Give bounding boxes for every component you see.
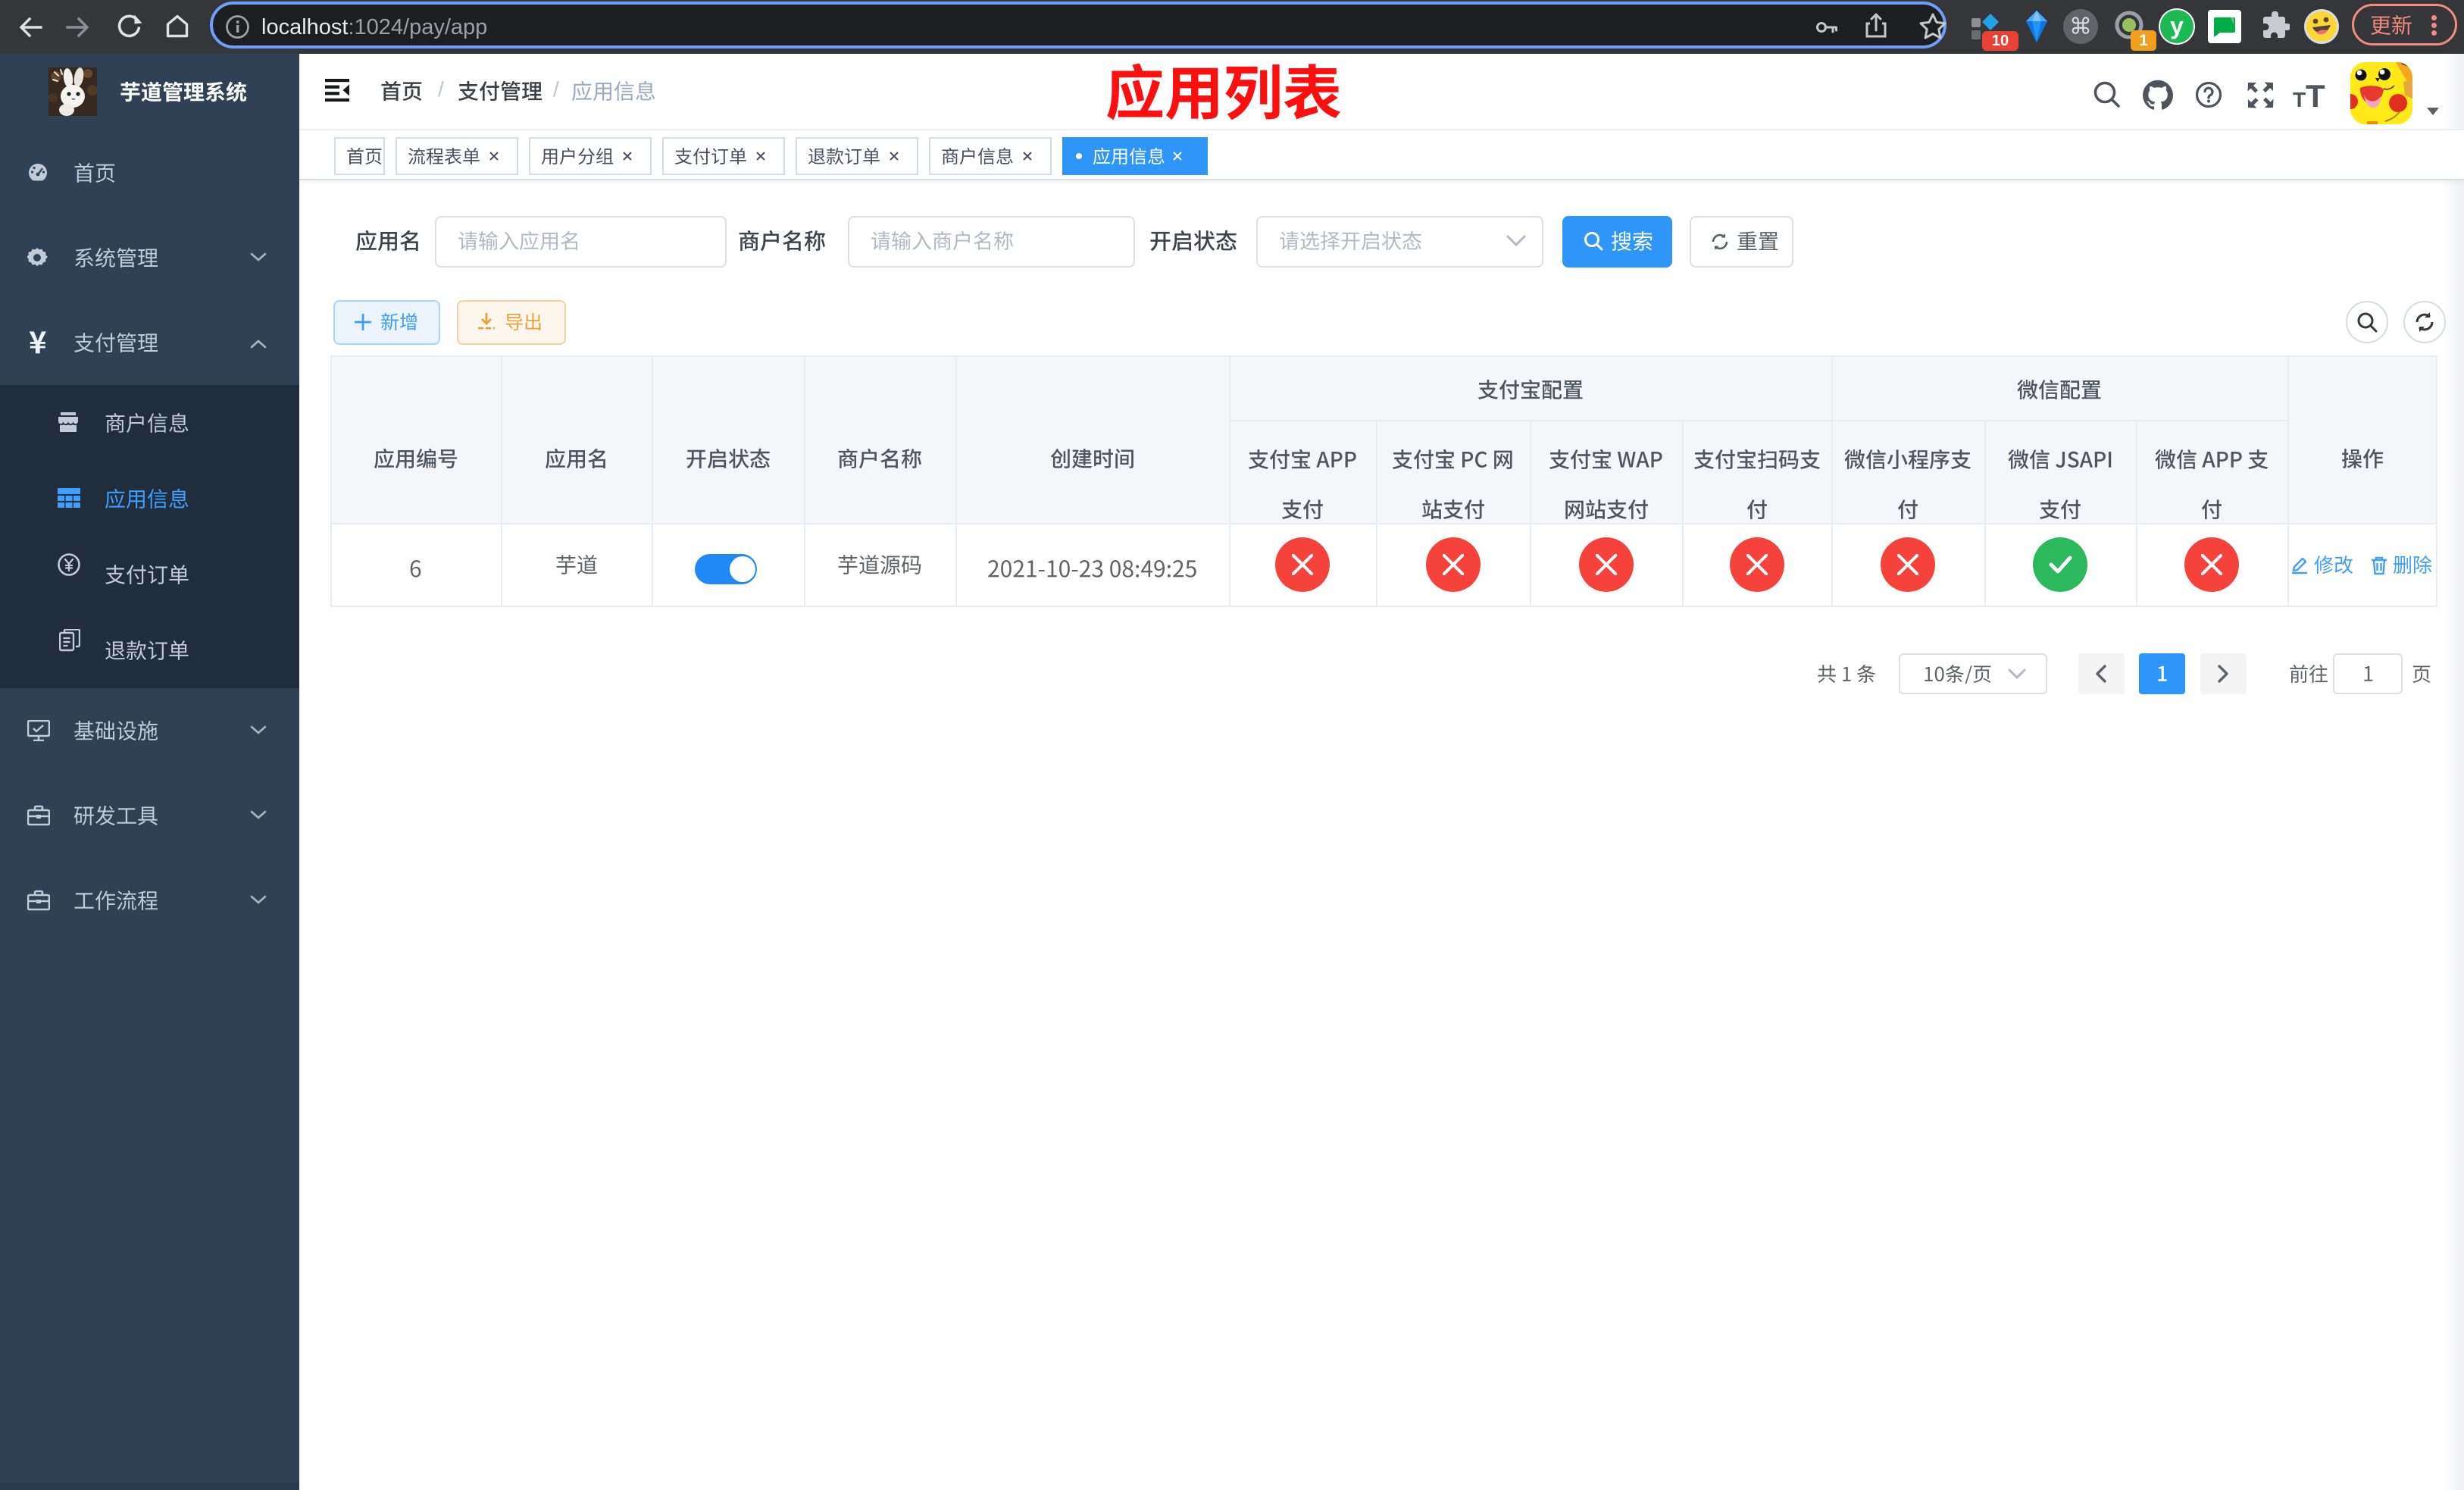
svg-text:⌘: ⌘	[2069, 14, 2092, 39]
svg-text:y: y	[2170, 12, 2184, 39]
svg-text:T: T	[2306, 82, 2325, 109]
svg-text:T: T	[2293, 88, 2306, 109]
